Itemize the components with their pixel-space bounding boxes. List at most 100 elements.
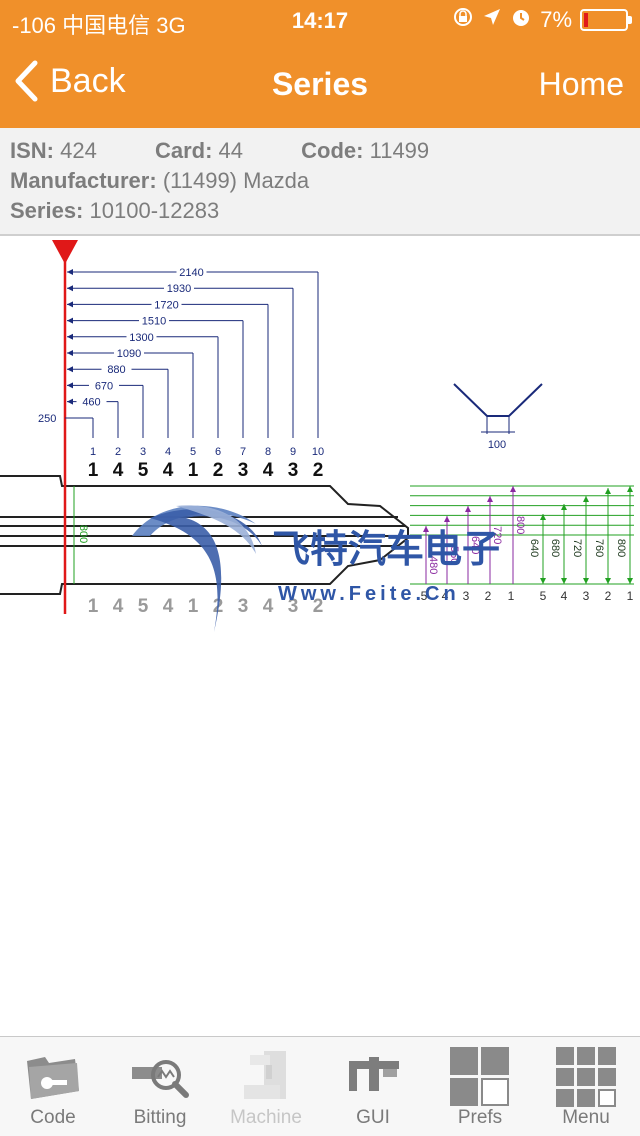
depth-label-green: 760 bbox=[593, 539, 605, 557]
position-number: 5 bbox=[190, 446, 196, 458]
watermark-brand-text: 飞特汽车电子 bbox=[272, 527, 500, 571]
depth-arrow-green bbox=[540, 578, 546, 584]
key-cut-diagram: 250 460 670 880 1090 1300 1510 1720 1930 2140 1 2 3 4… bbox=[0, 236, 640, 636]
manufacturer-field: Manufacturer: (11499) Mazda bbox=[10, 168, 309, 194]
machine-icon bbox=[244, 1051, 286, 1099]
blade-width-label: 800 bbox=[77, 525, 89, 543]
card-label: Card: bbox=[154, 138, 213, 163]
key-diagram-svg: 2504606708801090130015101720193021401 2 3 4… bbox=[0, 240, 634, 632]
navigation-bar: Back Series Home bbox=[0, 40, 640, 128]
tab-gui[interactable]: GUI bbox=[320, 1037, 426, 1136]
position-number: 8 bbox=[265, 446, 271, 458]
depth-arrow-green bbox=[605, 578, 611, 584]
battery-percent: 7% bbox=[540, 7, 572, 32]
cut-code-top-digit: 4 bbox=[163, 460, 174, 481]
spacing-label: 460 bbox=[82, 397, 100, 409]
folder-key-icon bbox=[27, 1057, 79, 1099]
depth-arrow-green bbox=[627, 578, 633, 584]
depth-number-green: 3 bbox=[583, 589, 590, 603]
spacing-label: 1300 bbox=[129, 332, 153, 344]
cutter-width-label: 100 bbox=[488, 439, 506, 451]
spacing-arrow bbox=[67, 333, 73, 340]
tab-machine[interactable]: Machine bbox=[213, 1037, 319, 1136]
spacing-arrow bbox=[67, 382, 73, 389]
series-label: Series: bbox=[10, 198, 84, 223]
home-button[interactable]: Home bbox=[539, 66, 624, 103]
tab-gui-label: GUI bbox=[356, 1107, 390, 1128]
location-icon bbox=[482, 7, 502, 33]
cut-code-bottom-digit: 1 bbox=[88, 596, 99, 617]
position-number: 1 bbox=[90, 446, 96, 458]
cut-code-top-digit: 3 bbox=[288, 460, 299, 481]
depth-label-green: 680 bbox=[549, 539, 561, 557]
manufacturer-value: (11499) Mazda bbox=[162, 168, 310, 193]
depth-label-purple: 800 bbox=[514, 516, 526, 534]
spacing-arrow bbox=[67, 350, 73, 356]
caliper-icon bbox=[349, 1057, 399, 1091]
depth-number-green: 4 bbox=[561, 589, 568, 603]
depth-arrow-purple bbox=[487, 496, 493, 502]
depth-arrow-green bbox=[605, 488, 611, 494]
isn-field: ISN: 424 bbox=[10, 138, 97, 164]
code-value: 11499 bbox=[369, 138, 430, 163]
depth-number-purple: 1 bbox=[508, 589, 515, 603]
spacing-label: 1930 bbox=[167, 283, 191, 295]
tab-machine-label: Machine bbox=[230, 1107, 302, 1128]
key-info-panel: ISN: 424 Card: 44 Code: 11499 Manufactur… bbox=[0, 128, 640, 236]
depth-arrow-green bbox=[583, 496, 589, 502]
status-right: 7% bbox=[452, 6, 632, 34]
depth-number-green: 1 bbox=[627, 589, 634, 603]
manufacturer-label: Manufacturer: bbox=[10, 168, 157, 193]
tab-prefs[interactable]: Prefs bbox=[427, 1037, 533, 1136]
position-number: 9 bbox=[290, 446, 296, 458]
spacing-label: 880 bbox=[107, 364, 125, 376]
depth-label-green: 800 bbox=[615, 539, 627, 557]
position-number: 6 bbox=[215, 446, 221, 458]
cut-code-bottom-digit: 3 bbox=[238, 596, 249, 617]
spacing-label: 2140 bbox=[179, 267, 203, 279]
spacing-arrow bbox=[67, 285, 73, 292]
depth-arrow-purple bbox=[510, 486, 516, 492]
depth-number-purple: 3 bbox=[463, 589, 470, 603]
tab-code-label: Code bbox=[30, 1107, 76, 1128]
shoulder-marker-triangle bbox=[52, 240, 78, 264]
spacing-label: 1510 bbox=[142, 316, 166, 328]
position-number: 7 bbox=[240, 446, 246, 458]
watermark-url-text: Www.Feite.Cn bbox=[278, 583, 460, 605]
spacing-label: 1720 bbox=[154, 299, 178, 311]
cutter-profile bbox=[453, 383, 543, 417]
tab-prefs-label: Prefs bbox=[457, 1107, 503, 1128]
top-bar: -106 中国电信 3G 14:17 7% Back Series Home bbox=[0, 0, 640, 128]
tab-bitting[interactable]: Bitting bbox=[107, 1037, 213, 1136]
code-label: Code: bbox=[301, 138, 364, 163]
depth-arrow-green bbox=[583, 578, 589, 584]
depth-label-green: 640 bbox=[528, 539, 540, 557]
tab-code[interactable]: Code bbox=[0, 1037, 106, 1136]
depth-arrow-purple bbox=[465, 506, 471, 512]
position-number: 10 bbox=[312, 446, 324, 458]
card-field: Card: 44 bbox=[155, 138, 243, 164]
cut-code-top-digit: 2 bbox=[213, 460, 224, 481]
depth-arrow-green bbox=[627, 486, 633, 492]
depth-arrow-green bbox=[561, 578, 567, 584]
tab-bitting-label: Bitting bbox=[133, 1107, 187, 1128]
depth-number-green: 5 bbox=[540, 589, 547, 603]
spacing-arrow bbox=[67, 301, 73, 308]
spacing-label: 1090 bbox=[117, 348, 141, 360]
cut-code-bottom-digit: 4 bbox=[263, 596, 274, 617]
cut-code-bottom-digit: 5 bbox=[138, 596, 149, 617]
cut-code-top-digit: 3 bbox=[238, 460, 249, 481]
card-value: 44 bbox=[218, 138, 244, 163]
menu-grid-icon bbox=[556, 1047, 616, 1107]
cut-code-top-digit: 5 bbox=[138, 460, 149, 481]
position-number: 2 bbox=[115, 446, 121, 458]
cut-code-top-digit: 1 bbox=[188, 460, 199, 481]
position-number: 3 bbox=[140, 446, 146, 458]
spacing-arrow bbox=[67, 317, 73, 324]
series-field: Series: 10100-12283 bbox=[10, 198, 219, 224]
tab-menu[interactable]: Menu bbox=[533, 1037, 639, 1136]
tab-menu-label: Menu bbox=[562, 1107, 610, 1128]
rotation-lock-icon bbox=[452, 6, 474, 34]
prefs-grid-icon bbox=[450, 1047, 509, 1106]
cut-code-bottom-digit: 1 bbox=[188, 596, 199, 617]
